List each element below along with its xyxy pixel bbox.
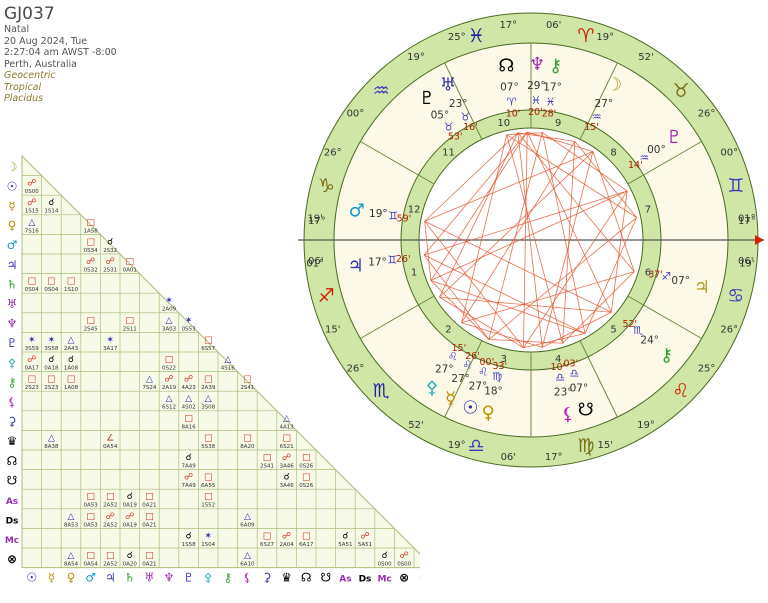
planet-minute: 28' bbox=[542, 108, 557, 119]
house-number: 1 bbox=[411, 267, 417, 278]
cusp-degree-label: 26° bbox=[720, 324, 738, 335]
cusp-minute-label: 15' bbox=[597, 440, 612, 451]
planet-minute: 10' bbox=[550, 362, 565, 373]
descendant-arrow bbox=[755, 235, 764, 245]
planet-glyph: ♆ bbox=[529, 54, 545, 75]
planet-degree: 27° bbox=[435, 364, 454, 376]
cusp-degree-label: 17° bbox=[545, 452, 563, 463]
house-number: 10 bbox=[497, 118, 510, 129]
cusp-minute-label: 00° bbox=[347, 108, 365, 119]
dsc-minute: 06' bbox=[738, 256, 753, 267]
zodiac-sign-glyph: ♋ bbox=[727, 285, 744, 307]
zodiac-sign-glyph: ♏ bbox=[373, 380, 390, 402]
planet-glyph: ⚸ bbox=[561, 404, 574, 425]
zodiac-sign-glyph: ♒ bbox=[373, 80, 390, 102]
planet-minute: 14' bbox=[628, 160, 643, 171]
house-number: 11 bbox=[442, 148, 455, 159]
house-number: 8 bbox=[610, 148, 616, 159]
planet-glyph: ♃ bbox=[694, 277, 710, 298]
planet-glyph: ♅ bbox=[440, 75, 456, 96]
planet-glyph: ⚴ bbox=[425, 378, 438, 399]
cusp-degree-label: 26° bbox=[324, 148, 342, 159]
planet-glyph: ♇ bbox=[666, 127, 682, 148]
planet-sign: ♓ bbox=[531, 94, 541, 107]
planet-glyph: ☋ bbox=[578, 399, 594, 420]
zodiac-sign-glyph: ♓ bbox=[468, 25, 485, 47]
cusp-minute-label: 06' bbox=[546, 20, 561, 31]
planet-degree: 24° bbox=[640, 335, 659, 347]
house-number: 9 bbox=[555, 118, 561, 129]
planet-minute: 15' bbox=[452, 343, 467, 354]
planet-minute: 59' bbox=[397, 214, 412, 225]
house-number: 7 bbox=[645, 205, 651, 216]
cusp-degree-label: 19° bbox=[637, 420, 655, 431]
cusp-degree-label: 19° bbox=[407, 52, 425, 63]
zodiac-sign-glyph: ♐ bbox=[318, 285, 335, 307]
planet-glyph: ☊ bbox=[498, 56, 514, 77]
planet-degree: 23° bbox=[449, 98, 468, 110]
cusp-minute-label: 00° bbox=[720, 148, 738, 159]
cusp-degree-label: 17° bbox=[499, 20, 517, 31]
planet-glyph: ⚷ bbox=[660, 345, 673, 366]
cusp-minute-label: 52' bbox=[408, 420, 423, 431]
zodiac-sign-glyph: ♎ bbox=[468, 435, 485, 457]
planet-glyph: ♃ bbox=[348, 256, 364, 277]
zodiac-sign-glyph: ♍ bbox=[577, 435, 594, 457]
planet-sign: ♈ bbox=[507, 95, 517, 108]
planet-glyph: ☉ bbox=[462, 397, 478, 418]
zodiac-sign-glyph: ♈ bbox=[577, 25, 594, 47]
zodiac-sign-glyph: ♑ bbox=[318, 175, 335, 197]
planet-degree: 07° bbox=[671, 275, 690, 287]
cusp-minute-label: 52' bbox=[638, 52, 653, 63]
planet-glyph: ♇ bbox=[419, 88, 435, 109]
planet-minute: 37' bbox=[648, 269, 663, 280]
planet-minute: 15' bbox=[584, 122, 599, 133]
planet-degree: 17° bbox=[543, 82, 562, 94]
planet-degree: 27° bbox=[451, 373, 470, 385]
planet-minute: 26' bbox=[465, 351, 480, 362]
planet-minute: 53' bbox=[448, 132, 463, 143]
planet-glyph: ⚷ bbox=[549, 56, 562, 77]
planet-sign: ♓ bbox=[546, 95, 556, 108]
planet-minute: 03' bbox=[564, 359, 579, 370]
cusp-degree-label: 26° bbox=[347, 364, 365, 375]
planet-minute: 10' bbox=[506, 108, 521, 119]
cusp-minute-label: 15' bbox=[325, 324, 340, 335]
planet-minute: 52' bbox=[622, 319, 637, 330]
house-number: 5 bbox=[610, 324, 616, 335]
zodiac-sign-glyph: ♌ bbox=[672, 380, 689, 402]
asc-degree: 17° bbox=[308, 216, 326, 227]
planet-glyph: ☽ bbox=[606, 75, 622, 96]
planet-degree: 27° bbox=[469, 381, 488, 393]
cusp-minute-label: 25° bbox=[698, 364, 716, 375]
planet-degree: 27° bbox=[594, 98, 613, 110]
planet-degree: 17° bbox=[368, 257, 387, 269]
planet-minute: 33' bbox=[492, 361, 507, 372]
natal-wheel: ♈♉♊♋♌♍♎♏♐♑♒♓01°19'26°15'19°52'17°06'19°1… bbox=[298, 12, 764, 468]
dsc-degree: 17° bbox=[738, 216, 756, 227]
planet-degree: 07° bbox=[500, 82, 519, 94]
house-number: 2 bbox=[445, 324, 451, 335]
planet-minute: 26' bbox=[396, 254, 411, 265]
zodiac-sign-glyph: ♊ bbox=[727, 175, 744, 197]
asc-minute: 06' bbox=[308, 256, 323, 267]
planet-degree: 19° bbox=[369, 208, 388, 220]
planet-degree: 23° bbox=[554, 387, 573, 399]
cusp-degree-label: 19° bbox=[448, 440, 466, 451]
cusp-minute-label: 25° bbox=[448, 32, 466, 43]
planet-glyph: ♀ bbox=[482, 403, 495, 424]
planet-minute: 16' bbox=[463, 122, 478, 133]
cusp-degree-label: 26° bbox=[698, 108, 716, 119]
cusp-minute-label: 06' bbox=[501, 452, 516, 463]
planet-glyph: ♂ bbox=[349, 200, 365, 221]
zodiac-sign-glyph: ♉ bbox=[672, 80, 689, 102]
planet-degree: 00° bbox=[647, 144, 666, 156]
cusp-degree-label: 19° bbox=[596, 32, 614, 43]
planet-minute: 00' bbox=[480, 357, 495, 368]
planet-glyph: ☿ bbox=[445, 389, 456, 410]
